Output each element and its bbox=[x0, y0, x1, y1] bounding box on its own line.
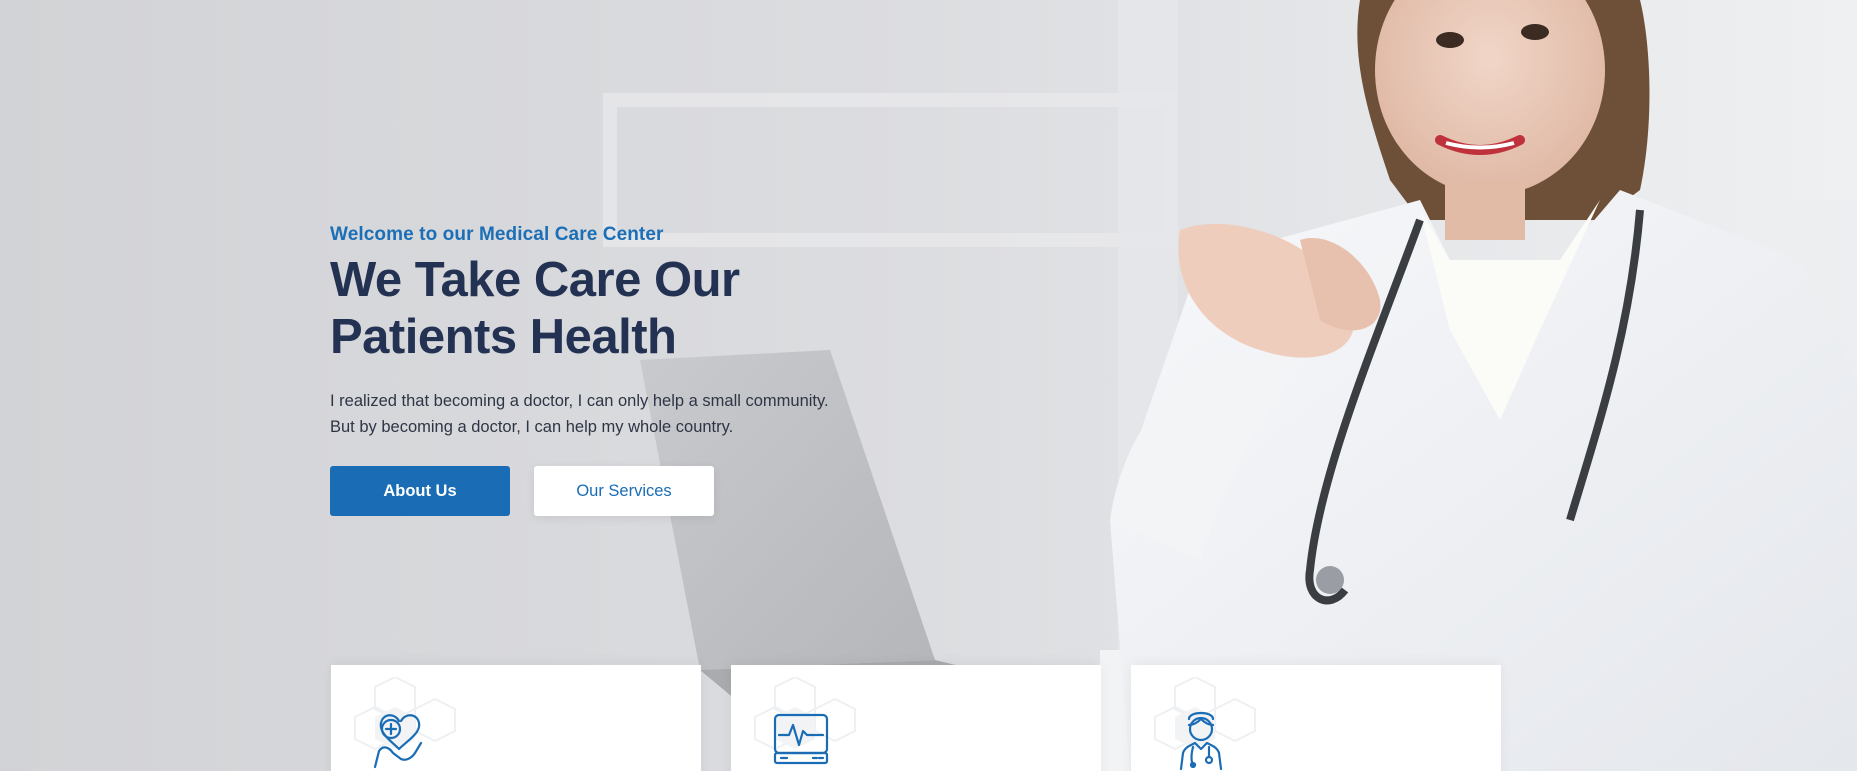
hero-headline: We Take Care Our Patients Health bbox=[330, 252, 950, 366]
heart-monitor-icon bbox=[773, 713, 829, 765]
hero-button-row: About Us Our Services bbox=[330, 466, 950, 516]
hero-content: Welcome to our Medical Care Center We Ta… bbox=[330, 224, 950, 516]
feature-card-care[interactable] bbox=[331, 665, 701, 771]
our-services-button[interactable]: Our Services bbox=[534, 466, 714, 516]
feature-card-doctor[interactable] bbox=[1131, 665, 1501, 771]
hero-headline-line2: Patients Health bbox=[330, 310, 677, 364]
doctor-icon bbox=[1179, 711, 1223, 771]
heart-hand-care-icon bbox=[373, 714, 423, 769]
feature-cards bbox=[331, 665, 1501, 771]
about-us-button[interactable]: About Us bbox=[330, 466, 510, 516]
hero-description-line2: But by becoming a doctor, I can help my … bbox=[330, 418, 734, 436]
hero-section: Welcome to our Medical Care Center We Ta… bbox=[0, 0, 1857, 771]
hero-headline-line1: We Take Care Our bbox=[330, 253, 740, 307]
hero-description: I realized that becoming a doctor, I can… bbox=[330, 388, 950, 440]
hero-description-line1: I realized that becoming a doctor, I can… bbox=[330, 392, 829, 410]
hero-eyebrow: Welcome to our Medical Care Center bbox=[330, 224, 664, 245]
feature-card-monitor[interactable] bbox=[731, 665, 1101, 771]
